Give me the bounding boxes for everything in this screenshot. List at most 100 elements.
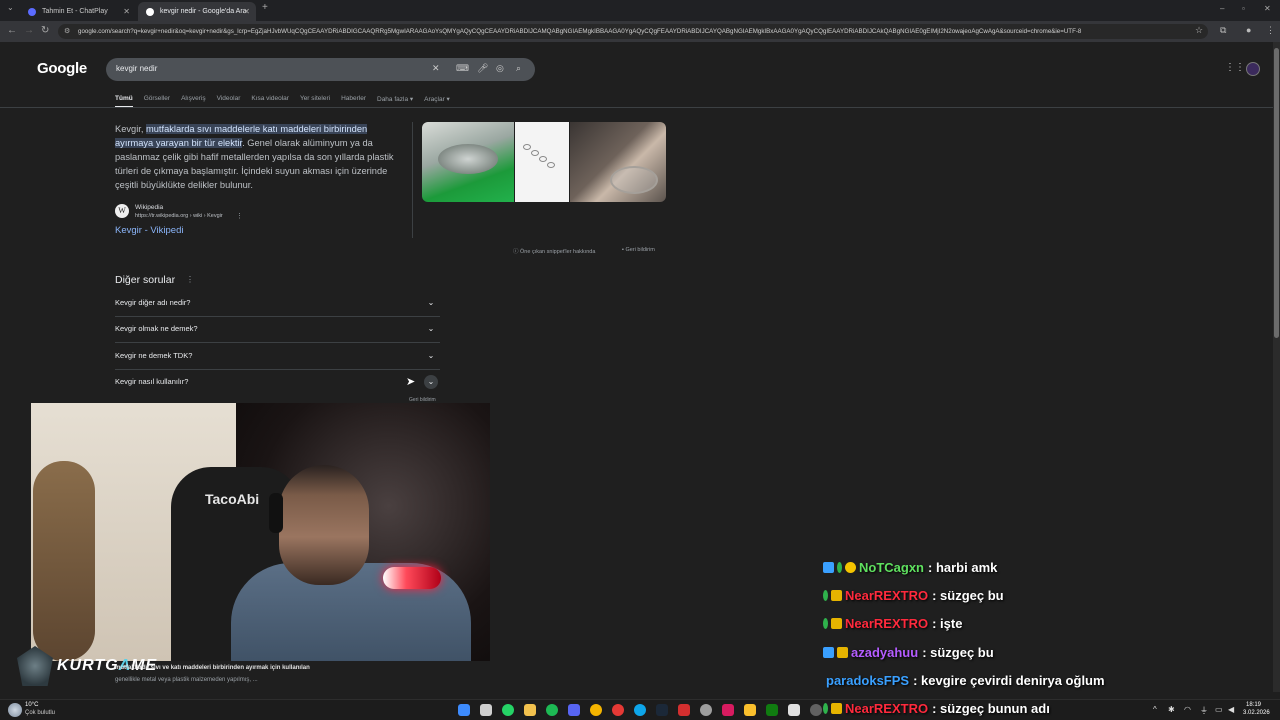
webcam-red-light (383, 567, 441, 589)
edge-icon[interactable] (634, 704, 646, 716)
search-input[interactable]: kevgir nedir (116, 64, 157, 73)
clear-icon[interactable]: ✕ (432, 63, 440, 74)
feedback-link[interactable]: ▪ Geri bildirim (622, 247, 655, 253)
tab-chatplay[interactable]: Tahmin Et - ChatPlay ✕ (20, 2, 136, 21)
back-icon[interactable]: ← (7, 25, 17, 36)
chevron-down-icon[interactable]: ⌄ (424, 349, 438, 363)
display-icon[interactable]: ▭ (1215, 705, 1223, 714)
chat-message: NearREXTRO : süzgeç bu (823, 586, 1004, 604)
about-snippets-link[interactable]: ⓘ Öne çıkan snippet'ler hakkında (513, 247, 595, 255)
bookmark-star-icon[interactable]: ☆ (1195, 25, 1203, 36)
crown-badge-icon (837, 646, 848, 658)
paa-more-icon[interactable]: ⋮ (186, 275, 194, 284)
paa-question[interactable]: Kevgir olmak ne demek? ⌄ (115, 317, 440, 343)
chat-text: : süzgeç bu (922, 644, 994, 660)
tab-search-icon[interactable]: ⌄ (7, 3, 14, 12)
paa-question-text: Kevgir olmak ne demek? (115, 324, 198, 333)
app-icon[interactable] (788, 704, 800, 716)
xbox-icon[interactable] (766, 704, 778, 716)
spotify-icon[interactable] (546, 704, 558, 716)
app-icon[interactable] (744, 704, 756, 716)
app-icon[interactable] (700, 704, 712, 716)
weather-desc[interactable]: Çok bulutlu (25, 710, 55, 716)
windows-taskbar: 10°C Çok bulutlu ^ ✱ ◠ ⏚ ▭ ◀ 18:19 3.02.… (0, 699, 1280, 720)
chat-username: NearREXTRO (845, 700, 929, 716)
search-box[interactable]: kevgir nedir ✕ ⌨ 🎤︎ ◎ ⌕ (106, 58, 535, 81)
source-url: https://tr.wikipedia.org › wiki › Kevgir (135, 213, 223, 219)
new-tab-icon[interactable]: + (262, 2, 268, 13)
sub-badge-icon (837, 561, 842, 573)
chat-text: : kevgire çevirdi denirya oğlum (913, 672, 1105, 688)
snippet-image-sieve[interactable] (570, 122, 666, 202)
tab-google-search[interactable]: kevgir nedir - Google'da Ara ✕ (138, 2, 256, 21)
tray-expand-icon[interactable]: ^ (1153, 705, 1157, 714)
screen: ⌄ Tahmin Et - ChatPlay ✕ kevgir nedir - … (0, 0, 1280, 720)
search-icon[interactable]: ⌕ (516, 63, 521, 74)
bluetooth-icon[interactable]: ✱ (1168, 705, 1175, 714)
extensions-icon[interactable]: ⧉ (1220, 25, 1226, 36)
scrollbar-thumb[interactable] (1274, 48, 1279, 338)
minimize-icon[interactable]: – (1220, 4, 1224, 13)
caption-line-2: genellikle metal veya plastik malzemeden… (115, 677, 258, 683)
chevron-down-icon[interactable]: ⌄ (424, 375, 438, 389)
paa-question[interactable]: Kevgir nasıl kullanılır? ⌄ (115, 370, 440, 396)
paa-question[interactable]: Kevgir diğer adı nedir? ⌄ (115, 291, 440, 317)
obs-icon[interactable] (810, 704, 822, 716)
usb-icon[interactable]: ⏚ (1200, 705, 1208, 716)
forward-icon[interactable]: → (24, 25, 34, 36)
volume-icon[interactable]: ◀ (1228, 705, 1234, 714)
weather-temp[interactable]: 10°C (25, 702, 38, 708)
snippet-image-colander[interactable] (422, 122, 514, 202)
source-title-link[interactable]: Kevgir - Vikipedi (115, 225, 183, 236)
crown-badge-icon (831, 617, 842, 629)
webcam-headset (269, 493, 283, 533)
site-info-icon[interactable]: ⚙ (64, 24, 70, 39)
keyboard-icon[interactable]: ⌨ (456, 63, 469, 74)
whatsapp-icon[interactable] (502, 704, 514, 716)
paa-question[interactable]: Kevgir ne demek TDK? ⌄ (115, 344, 440, 370)
close-window-icon[interactable]: ✕ (1264, 4, 1271, 13)
google-apps-icon[interactable]: ⋮⋮ (1225, 62, 1245, 73)
steam-icon[interactable] (656, 704, 668, 716)
profile-icon[interactable]: ● (1246, 25, 1251, 35)
weather-icon[interactable] (8, 703, 22, 717)
opera-icon[interactable] (612, 704, 624, 716)
reload-icon[interactable]: ↻ (41, 25, 49, 36)
tab-label: kevgir nedir - Google'da Ara (160, 8, 247, 15)
microphone-icon[interactable]: 🎤︎ (477, 63, 488, 74)
lens-icon[interactable]: ◎ (496, 63, 504, 74)
chat-text: : işte (932, 615, 963, 631)
close-tab-icon[interactable]: ✕ (243, 7, 250, 16)
chat-username: NearREXTRO (845, 587, 929, 603)
tab-label: Tahmin Et - ChatPlay (42, 8, 108, 15)
maximize-icon[interactable]: ▫ (1242, 4, 1245, 13)
discord-icon[interactable] (568, 704, 580, 716)
close-tab-icon[interactable]: ✕ (123, 7, 130, 16)
source-more-icon[interactable]: ⋮ (236, 212, 243, 220)
clock-date[interactable]: 3.02.2026 (1243, 710, 1270, 716)
chevron-down-icon[interactable]: ⌄ (424, 296, 438, 310)
file-explorer-icon[interactable] (524, 704, 536, 716)
network-icon[interactable]: ◠ (1184, 705, 1191, 714)
app-icon[interactable] (722, 704, 734, 716)
brand-text-a: KURTG (57, 657, 119, 674)
crown-badge-icon (831, 589, 842, 601)
featured-snippet-text: Kevgir, mutfaklarda sıvı maddelerle katı… (115, 122, 405, 192)
chevron-down-icon[interactable]: ⌄ (424, 322, 438, 336)
snippet-highlight-2: ayırmaya yarayan bir tür elektir (115, 138, 243, 148)
start-icon[interactable] (458, 704, 470, 716)
task-view-icon[interactable] (480, 704, 492, 716)
address-bar[interactable]: ⚙ google.com/search?q=kevgir+nedir&oq=ke… (58, 24, 1208, 39)
app-icon[interactable] (678, 704, 690, 716)
bits-badge-icon (845, 561, 856, 573)
chrome-icon[interactable] (590, 704, 602, 716)
snippet-image-ladles[interactable] (515, 122, 569, 202)
google-logo[interactable]: Google (37, 60, 87, 77)
menu-icon[interactable]: ⋮ (1266, 25, 1275, 36)
clock-time[interactable]: 18:19 (1246, 702, 1261, 708)
crown-badge-icon (831, 702, 842, 714)
prime-badge-icon (823, 561, 834, 573)
chat-text: : süzgeç bunun adı (932, 700, 1050, 716)
chat-username: paradoksFPS (826, 672, 910, 688)
account-avatar[interactable] (1246, 62, 1260, 76)
